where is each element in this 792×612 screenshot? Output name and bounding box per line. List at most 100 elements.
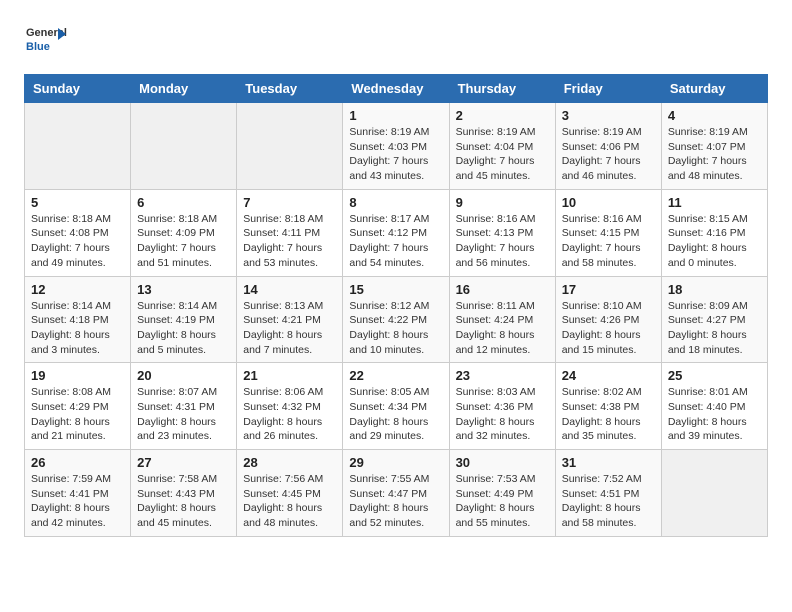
- calendar-cell: 25 Sunrise: 8:01 AM Sunset: 4:40 PM Dayli…: [661, 363, 767, 450]
- day-number: 28: [243, 455, 336, 470]
- day-info: Sunrise: 8:08 AM Sunset: 4:29 PM Dayligh…: [31, 385, 124, 444]
- day-number: 23: [456, 368, 549, 383]
- day-number: 24: [562, 368, 655, 383]
- day-info: Sunrise: 8:09 AM Sunset: 4:27 PM Dayligh…: [668, 299, 761, 358]
- weekday-header: Thursday: [449, 75, 555, 103]
- day-info: Sunrise: 8:14 AM Sunset: 4:18 PM Dayligh…: [31, 299, 124, 358]
- day-info: Sunrise: 8:10 AM Sunset: 4:26 PM Dayligh…: [562, 299, 655, 358]
- calendar-cell: [25, 103, 131, 190]
- day-info: Sunrise: 8:18 AM Sunset: 4:08 PM Dayligh…: [31, 212, 124, 271]
- day-number: 16: [456, 282, 549, 297]
- weekday-header: Saturday: [661, 75, 767, 103]
- calendar-cell: 17 Sunrise: 8:10 AM Sunset: 4:26 PM Dayli…: [555, 276, 661, 363]
- day-number: 19: [31, 368, 124, 383]
- calendar-cell: [237, 103, 343, 190]
- day-info: Sunrise: 8:19 AM Sunset: 4:04 PM Dayligh…: [456, 125, 549, 184]
- weekday-header: Tuesday: [237, 75, 343, 103]
- calendar-cell: 1 Sunrise: 8:19 AM Sunset: 4:03 PM Daylig…: [343, 103, 449, 190]
- day-number: 14: [243, 282, 336, 297]
- calendar-cell: 19 Sunrise: 8:08 AM Sunset: 4:29 PM Dayli…: [25, 363, 131, 450]
- calendar-cell: 29 Sunrise: 7:55 AM Sunset: 4:47 PM Dayli…: [343, 450, 449, 537]
- calendar-cell: 30 Sunrise: 7:53 AM Sunset: 4:49 PM Dayli…: [449, 450, 555, 537]
- calendar-cell: [661, 450, 767, 537]
- day-number: 3: [562, 108, 655, 123]
- day-info: Sunrise: 7:55 AM Sunset: 4:47 PM Dayligh…: [349, 472, 442, 531]
- calendar-week-row: 12Sunrise: 8:14 AM Sunset: 4:18 PM Dayli…: [25, 276, 768, 363]
- calendar-week-row: 5 Sunrise: 8:18 AM Sunset: 4:08 PM Daylig…: [25, 189, 768, 276]
- svg-text:Blue: Blue: [26, 41, 50, 53]
- calendar-cell: 16Sunrise: 8:11 AM Sunset: 4:24 PM Dayli…: [449, 276, 555, 363]
- day-number: 13: [137, 282, 230, 297]
- calendar-cell: 18 Sunrise: 8:09 AM Sunset: 4:27 PM Dayli…: [661, 276, 767, 363]
- day-number: 4: [668, 108, 761, 123]
- calendar-cell: 31 Sunrise: 7:52 AM Sunset: 4:51 PM Dayli…: [555, 450, 661, 537]
- calendar-cell: 12Sunrise: 8:14 AM Sunset: 4:18 PM Dayli…: [25, 276, 131, 363]
- day-number: 6: [137, 195, 230, 210]
- day-number: 15: [349, 282, 442, 297]
- day-number: 20: [137, 368, 230, 383]
- weekday-header: Sunday: [25, 75, 131, 103]
- calendar-cell: 13 Sunrise: 8:14 AM Sunset: 4:19 PM Dayli…: [131, 276, 237, 363]
- day-info: Sunrise: 8:19 AM Sunset: 4:03 PM Dayligh…: [349, 125, 442, 184]
- day-number: 11: [668, 195, 761, 210]
- calendar-cell: 2Sunrise: 8:19 AM Sunset: 4:04 PM Daylig…: [449, 103, 555, 190]
- day-info: Sunrise: 8:01 AM Sunset: 4:40 PM Dayligh…: [668, 385, 761, 444]
- calendar: SundayMondayTuesdayWednesdayThursdayFrid…: [24, 74, 768, 537]
- calendar-cell: 6 Sunrise: 8:18 AM Sunset: 4:09 PM Daylig…: [131, 189, 237, 276]
- day-info: Sunrise: 8:17 AM Sunset: 4:12 PM Dayligh…: [349, 212, 442, 271]
- calendar-cell: 7 Sunrise: 8:18 AM Sunset: 4:11 PM Daylig…: [237, 189, 343, 276]
- calendar-week-row: 19 Sunrise: 8:08 AM Sunset: 4:29 PM Dayli…: [25, 363, 768, 450]
- weekday-header: Friday: [555, 75, 661, 103]
- day-info: Sunrise: 7:59 AM Sunset: 4:41 PM Dayligh…: [31, 472, 124, 531]
- day-info: Sunrise: 8:02 AM Sunset: 4:38 PM Dayligh…: [562, 385, 655, 444]
- calendar-cell: 4 Sunrise: 8:19 AM Sunset: 4:07 PM Daylig…: [661, 103, 767, 190]
- day-number: 30: [456, 455, 549, 470]
- day-number: 27: [137, 455, 230, 470]
- calendar-cell: 11 Sunrise: 8:15 AM Sunset: 4:16 PM Dayli…: [661, 189, 767, 276]
- day-number: 25: [668, 368, 761, 383]
- day-info: Sunrise: 8:13 AM Sunset: 4:21 PM Dayligh…: [243, 299, 336, 358]
- day-info: Sunrise: 8:03 AM Sunset: 4:36 PM Dayligh…: [456, 385, 549, 444]
- calendar-cell: 27 Sunrise: 7:58 AM Sunset: 4:43 PM Dayli…: [131, 450, 237, 537]
- day-info: Sunrise: 7:52 AM Sunset: 4:51 PM Dayligh…: [562, 472, 655, 531]
- day-number: 5: [31, 195, 124, 210]
- weekday-header: Wednesday: [343, 75, 449, 103]
- day-info: Sunrise: 8:16 AM Sunset: 4:15 PM Dayligh…: [562, 212, 655, 271]
- calendar-cell: 9Sunrise: 8:16 AM Sunset: 4:13 PM Daylig…: [449, 189, 555, 276]
- day-number: 10: [562, 195, 655, 210]
- day-info: Sunrise: 7:56 AM Sunset: 4:45 PM Dayligh…: [243, 472, 336, 531]
- day-info: Sunrise: 7:53 AM Sunset: 4:49 PM Dayligh…: [456, 472, 549, 531]
- calendar-cell: 3Sunrise: 8:19 AM Sunset: 4:06 PM Daylig…: [555, 103, 661, 190]
- day-info: Sunrise: 8:16 AM Sunset: 4:13 PM Dayligh…: [456, 212, 549, 271]
- day-info: Sunrise: 8:14 AM Sunset: 4:19 PM Dayligh…: [137, 299, 230, 358]
- day-number: 7: [243, 195, 336, 210]
- day-number: 21: [243, 368, 336, 383]
- header: General Blue: [24, 20, 768, 64]
- day-info: Sunrise: 8:18 AM Sunset: 4:11 PM Dayligh…: [243, 212, 336, 271]
- day-info: Sunrise: 8:19 AM Sunset: 4:07 PM Dayligh…: [668, 125, 761, 184]
- day-number: 26: [31, 455, 124, 470]
- calendar-cell: 22Sunrise: 8:05 AM Sunset: 4:34 PM Dayli…: [343, 363, 449, 450]
- day-number: 18: [668, 282, 761, 297]
- day-info: Sunrise: 8:07 AM Sunset: 4:31 PM Dayligh…: [137, 385, 230, 444]
- calendar-cell: 21Sunrise: 8:06 AM Sunset: 4:32 PM Dayli…: [237, 363, 343, 450]
- day-number: 1: [349, 108, 442, 123]
- calendar-cell: 20 Sunrise: 8:07 AM Sunset: 4:31 PM Dayli…: [131, 363, 237, 450]
- day-info: Sunrise: 8:15 AM Sunset: 4:16 PM Dayligh…: [668, 212, 761, 271]
- calendar-cell: 28 Sunrise: 7:56 AM Sunset: 4:45 PM Dayli…: [237, 450, 343, 537]
- day-number: 29: [349, 455, 442, 470]
- day-number: 31: [562, 455, 655, 470]
- logo: General Blue: [24, 20, 68, 64]
- day-number: 17: [562, 282, 655, 297]
- calendar-cell: 10 Sunrise: 8:16 AM Sunset: 4:15 PM Dayli…: [555, 189, 661, 276]
- calendar-week-row: 26 Sunrise: 7:59 AM Sunset: 4:41 PM Dayli…: [25, 450, 768, 537]
- calendar-header-row: SundayMondayTuesdayWednesdayThursdayFrid…: [25, 75, 768, 103]
- day-number: 8: [349, 195, 442, 210]
- day-info: Sunrise: 8:18 AM Sunset: 4:09 PM Dayligh…: [137, 212, 230, 271]
- calendar-cell: 5 Sunrise: 8:18 AM Sunset: 4:08 PM Daylig…: [25, 189, 131, 276]
- logo-svg: General Blue: [24, 20, 68, 64]
- day-number: 22: [349, 368, 442, 383]
- calendar-cell: 8 Sunrise: 8:17 AM Sunset: 4:12 PM Daylig…: [343, 189, 449, 276]
- day-info: Sunrise: 7:58 AM Sunset: 4:43 PM Dayligh…: [137, 472, 230, 531]
- calendar-cell: 26 Sunrise: 7:59 AM Sunset: 4:41 PM Dayli…: [25, 450, 131, 537]
